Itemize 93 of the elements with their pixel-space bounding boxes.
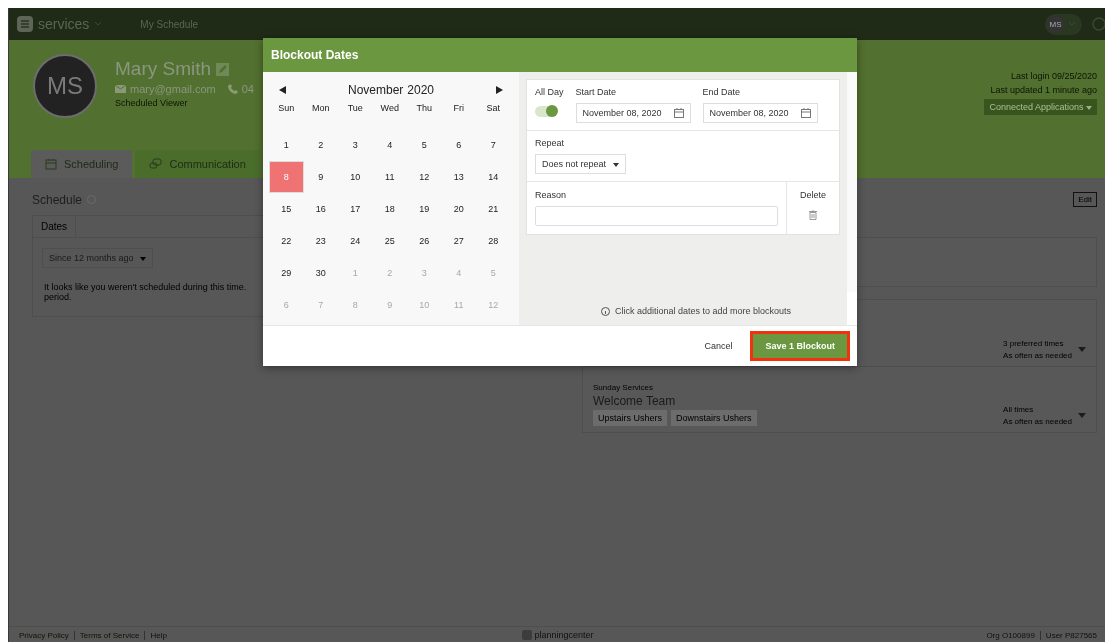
- calendar-day[interactable]: 9: [303, 161, 338, 193]
- field-label: Reason: [535, 190, 568, 200]
- times-text: All times: [1003, 405, 1035, 414]
- calendar-day[interactable]: 3: [338, 129, 373, 161]
- phone-text: 04: [241, 83, 254, 95]
- account-menu[interactable]: MS: [1045, 13, 1082, 35]
- weekday-label: Tue: [346, 102, 364, 115]
- calendar-day[interactable]: 19: [407, 193, 442, 225]
- trash-icon[interactable]: [809, 210, 817, 220]
- field-label: All Day: [535, 87, 564, 97]
- section-title: Schedule: [32, 192, 83, 207]
- calendar-day[interactable]: 5: [407, 129, 442, 161]
- weekday-label: Sun: [277, 102, 296, 115]
- frequency-text: As often as needed: [1003, 417, 1072, 426]
- calendar-day[interactable]: 27: [441, 225, 476, 257]
- caret-down-icon[interactable]: [1078, 413, 1086, 418]
- app-logo-icon: [17, 16, 33, 32]
- calendar-day[interactable]: 17: [338, 193, 373, 225]
- empty-message: It looks like you weren't scheduled during this time.: [44, 282, 248, 292]
- service-type-text: Sunday Services: [593, 383, 655, 392]
- calendar-day[interactable]: 4: [372, 129, 407, 161]
- calendar-day[interactable]: 16: [303, 193, 338, 225]
- phone-icon: [227, 84, 238, 94]
- calendar-day[interactable]: 13: [441, 161, 476, 193]
- calendar-day[interactable]: 21: [476, 193, 511, 225]
- calendar-day[interactable]: 11: [372, 161, 407, 193]
- calendar-day[interactable]: 14: [476, 161, 511, 193]
- dialog-title: Blockout Dates: [271, 48, 359, 62]
- brand-logo-icon: [522, 630, 533, 640]
- calendar-icon: [45, 158, 57, 170]
- calendar-day[interactable]: 26: [407, 225, 442, 257]
- caret-down-icon: [1086, 106, 1092, 110]
- caret-down-icon: [612, 162, 619, 167]
- empty-message: period.: [44, 292, 73, 302]
- field-label: End Date: [702, 87, 742, 97]
- field-label: Repeat: [535, 138, 565, 148]
- mail-icon: [115, 85, 126, 93]
- calendar-day[interactable]: 20: [441, 193, 476, 225]
- caret-down-icon: [140, 256, 147, 261]
- repeat-dropdown[interactable]: Does not repeat: [535, 154, 626, 174]
- weekday-label: Fri: [452, 102, 465, 115]
- field-label: Delete: [800, 190, 826, 200]
- calendar-day[interactable]: 24: [338, 225, 373, 257]
- calendar-icon: [673, 108, 684, 118]
- date-field[interactable]: November 08, 2020: [575, 103, 691, 123]
- calendar-day[interactable]: 7: [476, 129, 511, 161]
- team-name: Welcome Team: [593, 394, 677, 408]
- all-day-toggle[interactable]: [535, 106, 557, 117]
- cancel-button[interactable]: Cancel: [698, 340, 739, 352]
- caret-down-icon[interactable]: [1078, 347, 1086, 352]
- weekday-label: Wed: [379, 102, 400, 115]
- next-month-icon[interactable]: [496, 86, 503, 94]
- calendar-day[interactable]: 29: [269, 257, 304, 289]
- calendar-day[interactable]: 30: [303, 257, 338, 289]
- calendar-day[interactable]: 28: [476, 225, 511, 257]
- brand-name: planningcenter: [534, 630, 594, 640]
- last-login-text: Last login 09/25/2020: [1010, 71, 1097, 81]
- weekday-label: Mon: [311, 102, 331, 115]
- weekday-label: Sat: [485, 102, 501, 115]
- month-name: November: [347, 83, 404, 97]
- calendar-day[interactable]: 12: [407, 161, 442, 193]
- person-name: Mary Smith: [115, 58, 212, 80]
- chat-bubbles-icon: [149, 158, 163, 170]
- role-text: Scheduled Viewer: [115, 98, 189, 108]
- calendar-day[interactable]: 18: [372, 193, 407, 225]
- position-tag: Upstairs Ushers: [593, 410, 667, 426]
- reason-field[interactable]: [535, 206, 778, 226]
- times-text: 3 preferred times: [1003, 339, 1065, 348]
- hint-text: Click additional dates to add more blockouts: [615, 306, 792, 316]
- previous-month-icon[interactable]: [279, 86, 286, 94]
- calendar-icon: [800, 108, 811, 118]
- calendar-day[interactable]: 1: [269, 129, 304, 161]
- frequency-text: As often as needed: [1003, 351, 1072, 360]
- help-icon[interactable]: [1092, 17, 1105, 31]
- calendar-day[interactable]: 23: [303, 225, 338, 257]
- calendar-day[interactable]: 25: [372, 225, 407, 257]
- last-updated-text: Last updated 1 minute ago: [990, 85, 1097, 95]
- connected-applications-button[interactable]: Connected Applications: [984, 99, 1097, 115]
- calendar-day[interactable]: 15: [269, 193, 304, 225]
- year-text: 2020: [407, 83, 435, 97]
- chevron-down-icon: [94, 21, 103, 27]
- calendar-day[interactable]: 2: [303, 129, 338, 161]
- position-tag: Downstairs Ushers: [671, 410, 757, 426]
- info-icon: [601, 306, 610, 316]
- avatar: MS: [33, 54, 97, 118]
- edit-icon[interactable]: [216, 62, 230, 76]
- calendar-day[interactable]: 6: [441, 129, 476, 161]
- date-field[interactable]: November 08, 2020: [702, 103, 818, 123]
- field-label: Start Date: [575, 87, 618, 97]
- weekday-label: Thu: [415, 102, 433, 115]
- calendar-day[interactable]: 22: [269, 225, 304, 257]
- email-text: mary@gmail.com: [130, 83, 216, 95]
- calendar-day[interactable]: 10: [338, 161, 373, 193]
